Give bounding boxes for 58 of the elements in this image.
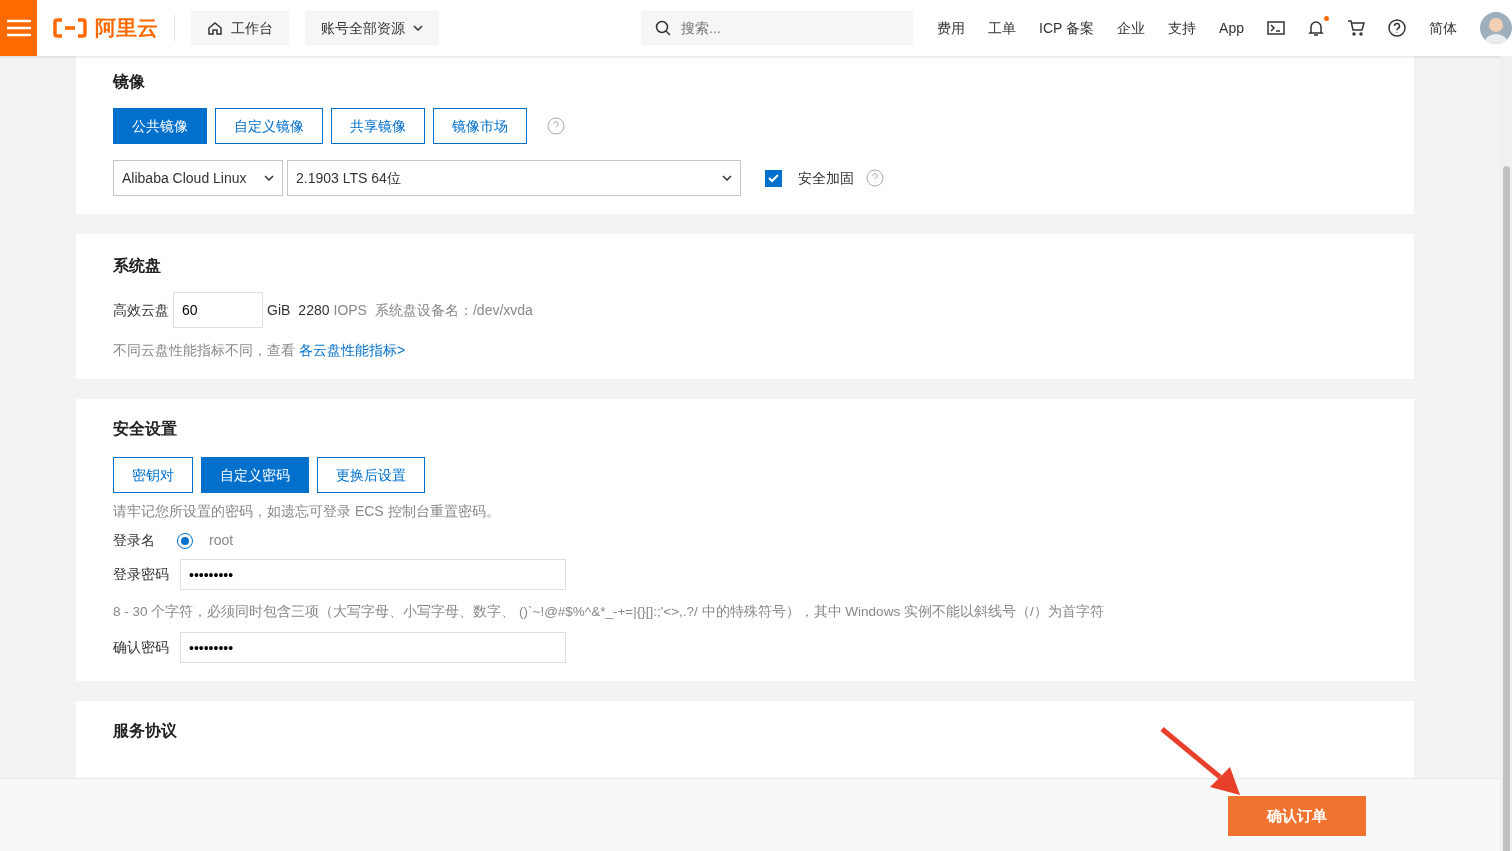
nav-link[interactable]: 企业 — [1117, 17, 1146, 39]
scrollbar[interactable] — [1500, 56, 1512, 851]
tab[interactable]: 公共镜像 — [113, 108, 207, 144]
menu-button[interactable] — [0, 0, 38, 56]
bell-icon[interactable] — [1308, 19, 1324, 37]
radio-label: root — [209, 531, 234, 550]
section-title: 系统盘 — [113, 256, 162, 276]
menu-icon — [6, 19, 31, 37]
nav-link[interactable]: ICP 备案 — [1039, 17, 1095, 39]
tab[interactable]: 共享镜像 — [331, 108, 425, 144]
checkbox[interactable] — [765, 169, 782, 187]
chevron-down-icon — [413, 25, 424, 31]
notice-text: 请牢记您所设置的密码，如遗忘可登录 ECS 控制台重置密码。 — [113, 502, 501, 521]
password-field[interactable]: ••••••••• — [180, 632, 566, 664]
search-field[interactable]: 搜索... — [641, 11, 914, 45]
cart-icon[interactable] — [1347, 20, 1365, 36]
iops-unit: IOPS — [333, 300, 367, 320]
nav-link[interactable]: 支持 — [1168, 17, 1197, 39]
nav-link[interactable]: App — [1219, 17, 1244, 39]
size-field[interactable]: 60 — [173, 292, 263, 328]
field-label: 高效云盘 — [113, 300, 169, 320]
nav-link[interactable]: 费用 — [937, 17, 966, 39]
language-link[interactable]: 简体 — [1429, 17, 1457, 39]
section-title: 安全设置 — [113, 419, 178, 439]
terminal-icon[interactable] — [1267, 20, 1285, 36]
tab[interactable]: 镜像市场 — [433, 108, 527, 144]
tab[interactable]: 密钥对 — [113, 457, 193, 493]
logo-text: 阿里云 — [95, 15, 159, 42]
section-title: 镜像 — [113, 72, 146, 92]
resource-dropdown[interactable]: 账号全部资源 — [305, 11, 440, 45]
help-icon[interactable] — [1388, 19, 1406, 37]
section-title: 服务协议 — [113, 721, 178, 742]
logo-icon — [53, 18, 88, 38]
tab[interactable]: 更换后设置 — [317, 457, 425, 493]
check-icon — [768, 173, 779, 183]
unit-label: GiB — [267, 300, 291, 320]
nav-link[interactable]: 工单 — [988, 17, 1017, 39]
select-field[interactable]: 2.1903 LTS 64位 — [287, 160, 741, 196]
rule-text: 8 - 30 个字符，必须同时包含三项（大写字母、小写字母、数字、 ()`~!@#$%^&*_-+=|{}[]:;'<>,.?/ 中的特殊符号），其中 Windows 实例不能以斜线号（/）为首字符 — [113, 603, 1105, 621]
chevron-down-icon — [722, 175, 732, 181]
search-icon — [655, 20, 672, 36]
home-icon — [207, 20, 224, 36]
device-path: /dev/xvda — [472, 300, 533, 320]
workbench-button[interactable]: 工作台 — [191, 11, 290, 45]
hint-text: 不同云盘性能指标不同，查看 各云盘性能指标> — [113, 341, 407, 360]
checkbox-label: 安全加固 — [798, 168, 854, 188]
tab[interactable]: 自定义密码 — [201, 457, 309, 493]
field-label: 确认密码 — [113, 638, 170, 658]
performance-link[interactable]: 各云盘性能指标> — [298, 342, 406, 358]
chevron-down-icon — [264, 175, 274, 181]
password-field[interactable]: ••••••••• — [180, 559, 566, 590]
scrollbar-thumb[interactable] — [1503, 166, 1510, 851]
device-label: 系统盘设备名： — [374, 300, 473, 320]
field-label: 登录密码 — [113, 565, 170, 584]
field-label: 登录名 — [113, 531, 155, 550]
select-field[interactable]: Alibaba Cloud Linux — [113, 160, 283, 196]
tab[interactable]: 自定义镜像 — [215, 108, 323, 144]
iops-value: 2280 — [298, 300, 330, 320]
